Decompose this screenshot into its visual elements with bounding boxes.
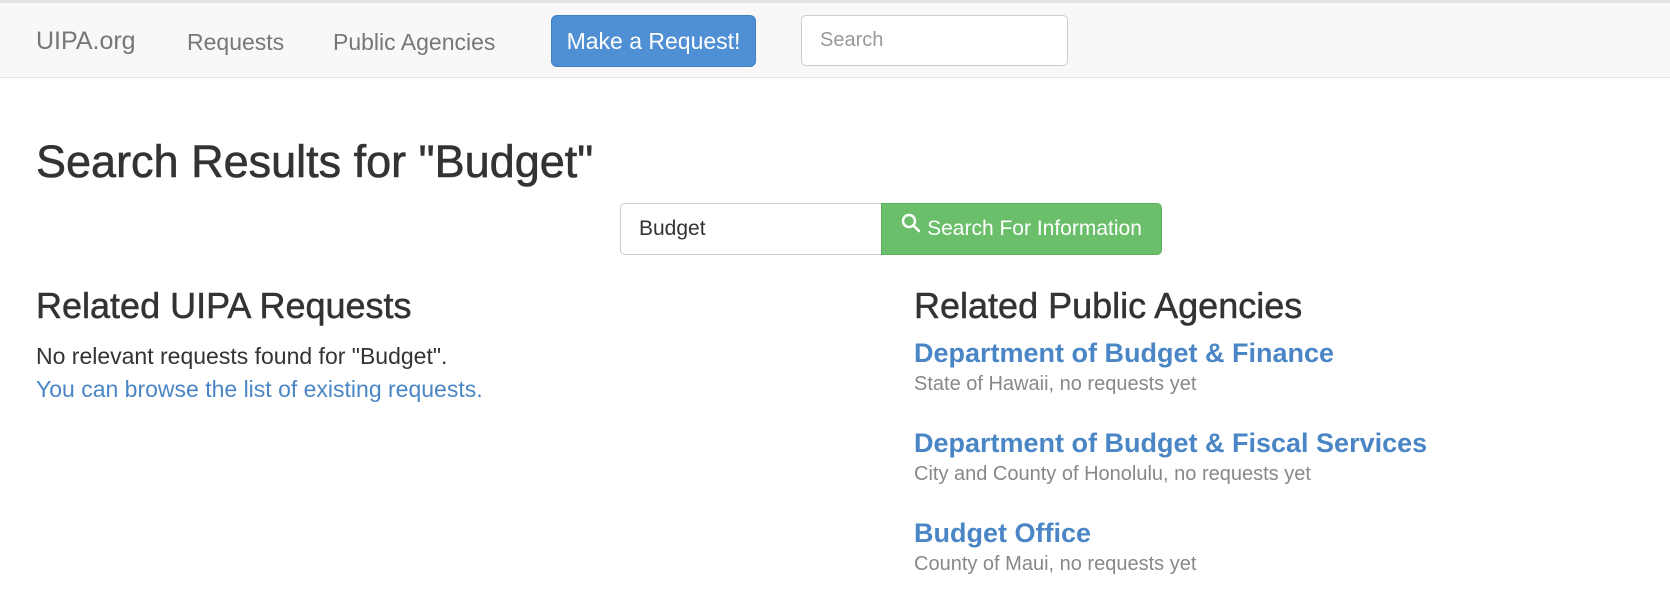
related-agencies-heading: Related Public Agencies bbox=[914, 285, 1303, 327]
list-item: Department of Budget & Finance State of … bbox=[914, 337, 1427, 427]
agency-list: Department of Budget & Finance State of … bbox=[914, 337, 1427, 607]
search-button-label: Search For Information bbox=[927, 217, 1142, 240]
navbar-search-input[interactable] bbox=[801, 15, 1068, 66]
browse-requests-link[interactable]: You can browse the list of existing requ… bbox=[36, 376, 483, 403]
nav-link-requests[interactable]: Requests bbox=[187, 29, 284, 56]
make-request-button[interactable]: Make a Request! bbox=[551, 15, 756, 67]
agency-link[interactable]: Department of Budget & Fiscal Services bbox=[914, 427, 1427, 459]
page-title: Search Results for "Budget" bbox=[36, 136, 594, 188]
list-item: Department of Budget & Fiscal Services C… bbox=[914, 427, 1427, 517]
search-icon bbox=[901, 202, 921, 252]
list-item: Budget Office County of Maui, no request… bbox=[914, 517, 1427, 607]
top-navbar: UIPA.org Requests Public Agencies Make a… bbox=[0, 0, 1670, 78]
search-query-input[interactable] bbox=[620, 203, 882, 255]
related-requests-heading: Related UIPA Requests bbox=[36, 285, 412, 327]
nav-link-public-agencies[interactable]: Public Agencies bbox=[333, 29, 495, 56]
agency-link[interactable]: Budget Office bbox=[914, 517, 1427, 549]
no-requests-message: No relevant requests found for "Budget". bbox=[36, 343, 448, 369]
agency-meta: County of Maui, no requests yet bbox=[914, 553, 1197, 575]
agency-link[interactable]: Department of Budget & Finance bbox=[914, 337, 1427, 369]
agency-meta: City and County of Honolulu, no requests… bbox=[914, 463, 1311, 485]
brand-link[interactable]: UIPA.org bbox=[36, 27, 136, 56]
agency-meta: State of Hawaii, no requests yet bbox=[914, 373, 1197, 395]
search-for-information-button[interactable]: Search For Information bbox=[881, 203, 1162, 255]
